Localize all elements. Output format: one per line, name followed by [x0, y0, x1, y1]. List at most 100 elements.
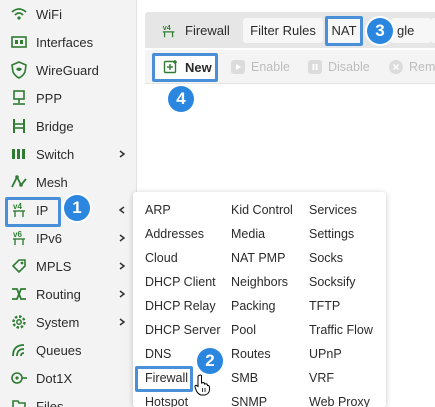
- chevron-right-icon: [119, 318, 126, 326]
- menu-item-arp[interactable]: ARP: [145, 199, 171, 221]
- ipv4-icon: v4: [163, 24, 175, 37]
- ppp-icon: [9, 88, 29, 108]
- mesh-icon: [9, 172, 29, 192]
- chevron-right-icon: [119, 150, 126, 158]
- menu-item-addresses[interactable]: Addresses: [145, 223, 204, 245]
- menu-item-smb[interactable]: SMB: [231, 367, 258, 389]
- wireguard-icon: [9, 60, 29, 80]
- menu-item-routes[interactable]: Routes: [231, 343, 271, 365]
- chevron-right-icon: [119, 262, 126, 270]
- sidebar-item-ppp[interactable]: PPP: [0, 84, 137, 112]
- step-badge-4: 4: [168, 86, 194, 112]
- menu-item-tftp[interactable]: TFTP: [309, 295, 340, 317]
- sidebar-item-wifi[interactable]: WiFi: [0, 0, 137, 28]
- menu-item-dns[interactable]: DNS: [145, 343, 171, 365]
- switch-icon: [9, 144, 29, 164]
- menu-item-kid-control[interactable]: Kid Control: [231, 199, 293, 221]
- menu-item-nat-pmp[interactable]: NAT PMP: [231, 247, 285, 269]
- tab-filter-rules[interactable]: Filter Rules: [243, 18, 323, 43]
- menu-item-packing[interactable]: Packing: [231, 295, 275, 317]
- sidebar-item-label: IP: [36, 202, 49, 218]
- tab-raw[interactable]: [431, 18, 435, 43]
- menu-item-traffic-flow[interactable]: Traffic Flow: [309, 319, 373, 341]
- close-icon: [389, 60, 403, 74]
- sidebar-item-label: Files: [36, 398, 64, 407]
- sidebar-item-queues[interactable]: Queues: [0, 336, 137, 364]
- sidebar-item-wireguard[interactable]: WireGuard: [0, 56, 137, 84]
- svg-text:v4: v4: [163, 24, 171, 32]
- sidebar-item-interfaces[interactable]: Interfaces: [0, 28, 137, 56]
- menu-item-cloud[interactable]: Cloud: [145, 247, 178, 269]
- sidebar-item-switch[interactable]: Switch: [0, 140, 137, 168]
- sidebar-item-mesh[interactable]: Mesh: [0, 168, 137, 196]
- sidebar-item-bridge[interactable]: Bridge: [0, 112, 137, 140]
- ipv4-icon: v4: [9, 200, 29, 220]
- menu-item-hotspot[interactable]: Hotspot: [145, 391, 188, 407]
- sidebar-item-label: Dot1X: [36, 370, 73, 386]
- menu-item-dhcp-client[interactable]: DHCP Client: [145, 271, 216, 293]
- menu-item-dhcp-relay[interactable]: DHCP Relay: [145, 295, 216, 317]
- menu-item-socksify[interactable]: Socksify: [309, 271, 356, 293]
- sidebar-item-dot1x[interactable]: Dot1X: [0, 364, 137, 392]
- firewall-title: v4 Firewall: [161, 18, 230, 43]
- menu-item-snmp[interactable]: SNMP: [231, 391, 267, 407]
- pause-icon: [308, 60, 322, 74]
- menu-item-firewall[interactable]: Firewall: [145, 367, 188, 389]
- sidebar-item-label: PPP: [36, 90, 63, 106]
- menu-item-services[interactable]: Services: [309, 199, 357, 221]
- new-button-label: New: [185, 59, 212, 75]
- gear-icon: [9, 312, 29, 332]
- ip-submenu: ARP Addresses Cloud DHCP Client DHCP Rel…: [133, 192, 386, 407]
- chevron-right-icon: [119, 290, 126, 298]
- sidebar-item-label: Bridge: [36, 118, 74, 134]
- enable-button[interactable]: Enable: [231, 55, 290, 79]
- sidebar-item-label: Queues: [36, 342, 82, 358]
- enable-button-label: Enable: [251, 60, 290, 74]
- bridge-icon: [9, 116, 29, 136]
- hand-cursor-icon: [194, 374, 210, 396]
- sidebar-item-routing[interactable]: Routing: [0, 280, 137, 308]
- chevron-right-icon: [119, 234, 126, 242]
- new-button[interactable]: New: [155, 54, 215, 80]
- play-icon: [231, 60, 245, 74]
- sidebar-item-label: WiFi: [36, 6, 62, 22]
- sidebar-item-mpls[interactable]: MPLS: [0, 252, 137, 280]
- sidebar-item-label: Interfaces: [36, 34, 94, 50]
- files-icon: [9, 396, 29, 407]
- menu-item-web-proxy[interactable]: Web Proxy: [309, 391, 370, 407]
- tab-nat[interactable]: NAT: [327, 18, 361, 43]
- dot1x-icon: [9, 368, 29, 388]
- sidebar-item-label: Routing: [36, 286, 81, 302]
- remove-button-label: Rem: [409, 60, 435, 74]
- wifi-icon: [9, 4, 29, 24]
- sidebar-item-label: MPLS: [36, 258, 72, 274]
- menu-item-dhcp-server[interactable]: DHCP Server: [145, 319, 220, 341]
- sidebar-item-system[interactable]: System: [0, 308, 137, 336]
- svg-text:v4: v4: [13, 202, 22, 211]
- menu-item-vrf[interactable]: VRF: [309, 367, 334, 389]
- routing-icon: [9, 284, 29, 304]
- sidebar-item-label: Mesh: [36, 174, 68, 190]
- mpls-icon: [9, 256, 29, 276]
- menu-item-upnp[interactable]: UPnP: [309, 343, 342, 365]
- menu-item-neighbors[interactable]: Neighbors: [231, 271, 288, 293]
- toolbar: New Enable Disable Rem: [145, 50, 435, 84]
- tab-mangle[interactable]: gle: [391, 18, 431, 43]
- menu-item-media[interactable]: Media: [231, 223, 265, 245]
- queues-icon: [9, 340, 29, 360]
- sidebar-item-files[interactable]: Files: [0, 392, 137, 407]
- sidebar-item-label: IPv6: [36, 230, 63, 246]
- svg-text:v6: v6: [13, 230, 22, 239]
- interfaces-icon: [9, 32, 29, 52]
- disable-button-label: Disable: [328, 60, 370, 74]
- sidebar-item-ipv6[interactable]: v6 IPv6: [0, 224, 137, 252]
- step-badge-3: 3: [367, 18, 393, 44]
- step-badge-1: 1: [64, 195, 90, 221]
- disable-button[interactable]: Disable: [308, 55, 370, 79]
- menu-item-socks[interactable]: Socks: [309, 247, 343, 269]
- add-icon: [163, 60, 177, 74]
- sidebar-item-label: Switch: [36, 146, 75, 162]
- remove-button[interactable]: Rem: [389, 55, 435, 79]
- menu-item-settings[interactable]: Settings: [309, 223, 354, 245]
- menu-item-pool[interactable]: Pool: [231, 319, 256, 341]
